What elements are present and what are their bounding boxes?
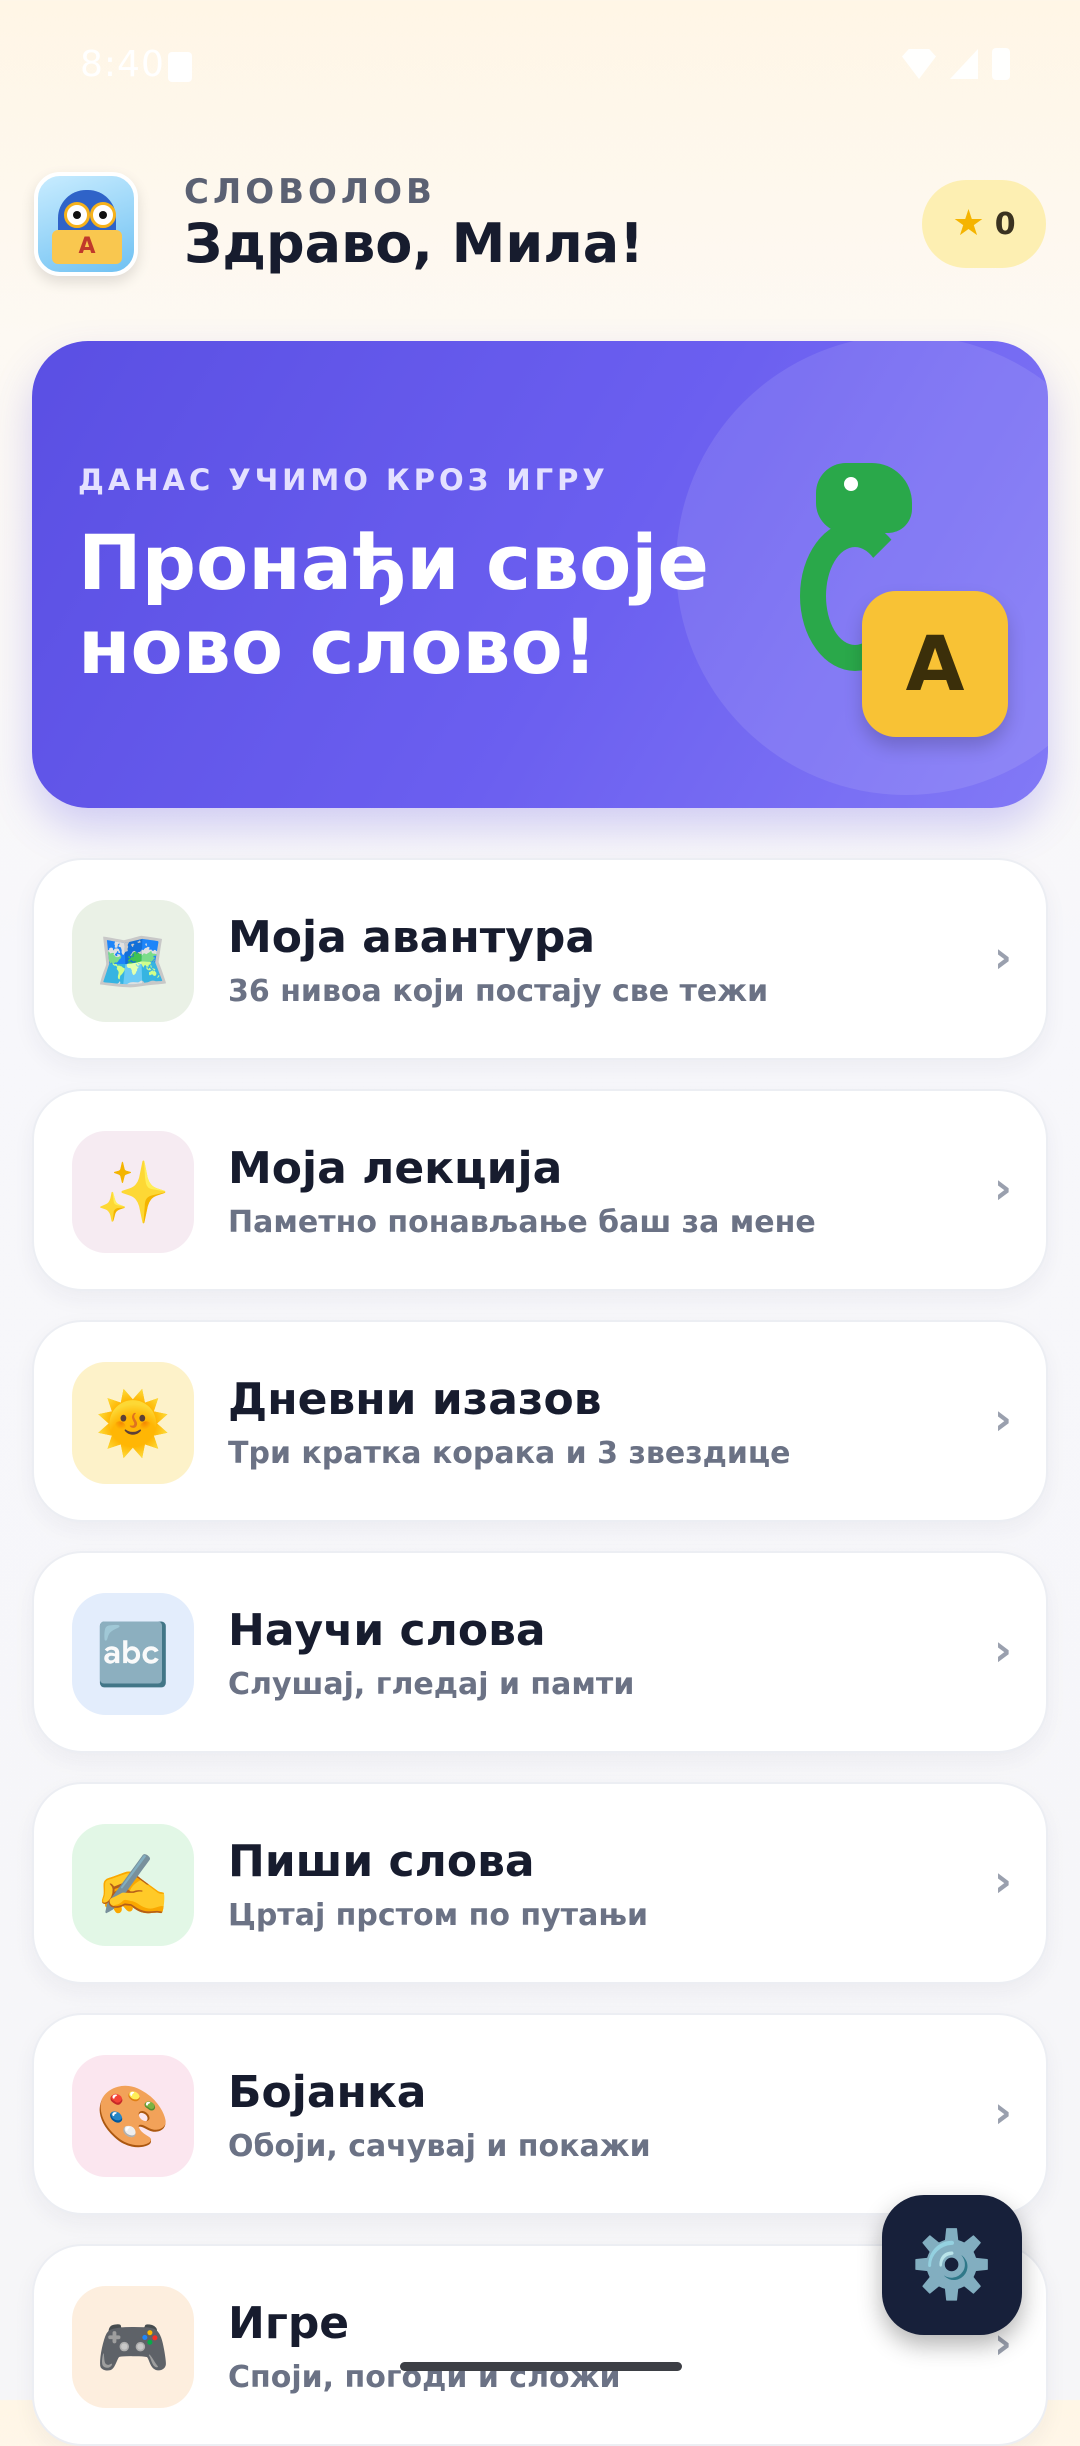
menu-item-title: Дневни изазов [228, 1374, 602, 1425]
chevron-right-icon: › [993, 1625, 1012, 1676]
dragon-eye [844, 477, 858, 491]
chevron-right-icon: › [993, 1856, 1012, 1907]
menu-item-daily-challenge[interactable]: 🌞 Дневни изазов Три кратка корака и 3 зв… [32, 1320, 1048, 1522]
menu-item-adventure[interactable]: 🗺️ Моја авантура 36 нивоа који постају с… [32, 858, 1048, 1060]
menu-item-subtitle: Три кратка корака и 3 звездице [228, 1436, 791, 1471]
menu-icon-tile: 🗺️ [72, 900, 194, 1022]
app-logo: A [34, 172, 138, 276]
menu-item-title: Научи слова [228, 1605, 546, 1656]
hero-banner[interactable]: ДАНАС УЧИМО КРОЗ ИГРУ Пронађи своје ново… [32, 341, 1048, 808]
abc-icon: 🔤 [95, 1619, 171, 1690]
menu-icon-tile: ✍️ [72, 1824, 194, 1946]
menu-item-title: Пиши слова [228, 1836, 535, 1887]
home-indicator[interactable] [400, 2362, 682, 2371]
menu-item-lesson[interactable]: ✨ Моја лекција Паметно понављање баш за … [32, 1089, 1048, 1291]
gamepad-icon: 🎮 [95, 2312, 171, 2383]
status-bar: 8:40 [0, 0, 1080, 130]
chevron-right-icon: › [993, 932, 1012, 983]
gear-icon: ⚙️ [910, 2226, 994, 2303]
menu-item-subtitle: Паметно понављање баш за мене [228, 1205, 816, 1240]
battery-icon [992, 48, 1010, 80]
owl-book-letter: A [52, 230, 122, 264]
writing-hand-icon: ✍️ [95, 1850, 171, 1921]
map-icon: 🗺️ [95, 926, 171, 997]
menu-icon-tile: 🎮 [72, 2286, 194, 2408]
menu-item-subtitle: Обоји, сачувај и покажи [228, 2129, 651, 2164]
wifi-icon [902, 49, 936, 79]
menu-item-title: Моја лекција [228, 1143, 563, 1194]
chevron-right-icon: › [993, 2087, 1012, 2138]
hero-kicker: ДАНАС УЧИМО КРОЗ ИГРУ [78, 463, 609, 497]
status-icons [902, 48, 1010, 80]
stars-count: 0 [994, 206, 1016, 242]
menu-item-subtitle: 36 нивоа који постају све тежи [228, 974, 769, 1009]
sim-card-icon [168, 52, 192, 82]
menu-icon-tile: 🎨 [72, 2055, 194, 2177]
hero-letter-tile: А [862, 591, 1008, 737]
owl-eye-right [90, 202, 116, 228]
menu-icon-tile: ✨ [72, 1131, 194, 1253]
app-name: СЛОВОЛОВ [184, 172, 436, 212]
palette-icon: 🎨 [95, 2081, 171, 2152]
menu-item-coloring[interactable]: 🎨 Бојанка Обоји, сачувај и покажи › [32, 2013, 1048, 2215]
settings-button[interactable]: ⚙️ [882, 2195, 1022, 2335]
stars-badge[interactable]: ★ 0 [922, 180, 1046, 268]
sparkles-icon: ✨ [95, 1157, 171, 1228]
menu-item-learn-letters[interactable]: 🔤 Научи слова Слушај, гледај и памти › [32, 1551, 1048, 1753]
menu-item-title: Игре [228, 2298, 350, 2349]
owl-eye-left [64, 202, 90, 228]
dragon-head [816, 463, 912, 533]
signal-icon [950, 49, 978, 79]
chevron-right-icon: › [993, 1163, 1012, 1214]
menu-item-write-letters[interactable]: ✍️ Пиши слова Цртај прстом по путањи › [32, 1782, 1048, 1984]
greeting: Здраво, Мила! [184, 212, 644, 275]
menu-icon-tile: 🌞 [72, 1362, 194, 1484]
chevron-right-icon: › [993, 1394, 1012, 1445]
menu-item-title: Бојанка [228, 2067, 427, 2118]
header: A СЛОВОЛОВ Здраво, Мила! ★ 0 [34, 168, 1046, 288]
menu-item-subtitle: Слушај, гледај и памти [228, 1667, 635, 1702]
menu-item-title: Моја авантура [228, 912, 596, 963]
menu-icon-tile: 🔤 [72, 1593, 194, 1715]
menu-item-subtitle: Цртај прстом по путањи [228, 1898, 649, 1933]
hero-title: Пронађи своје ново слово! [78, 518, 709, 691]
sun-icon: 🌞 [95, 1388, 171, 1459]
status-time: 8:40 [80, 44, 165, 85]
star-icon: ★ [952, 203, 985, 244]
